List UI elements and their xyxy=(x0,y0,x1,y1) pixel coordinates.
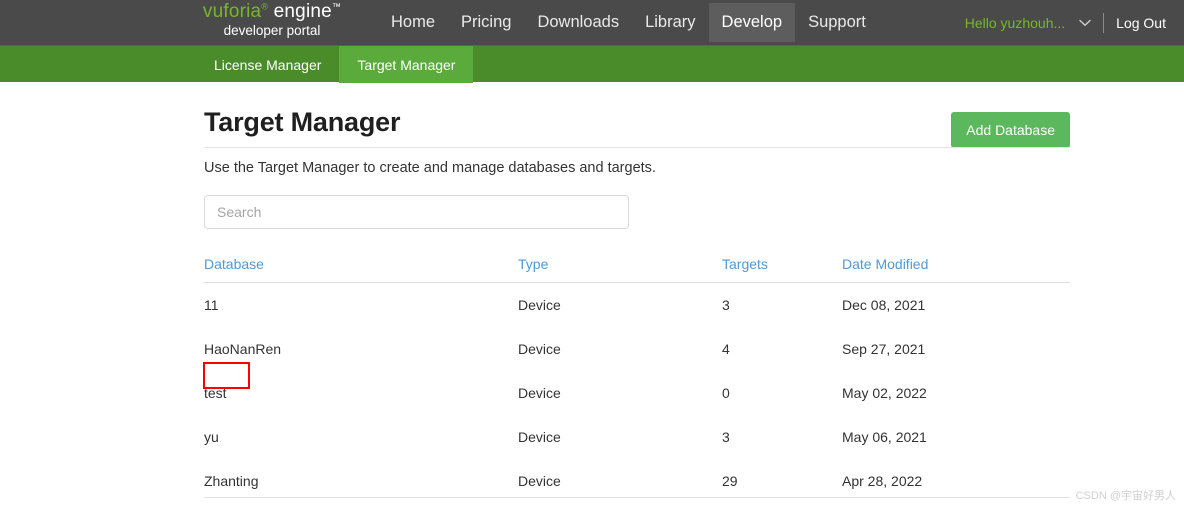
cell-type: Device xyxy=(518,341,561,357)
user-greeting[interactable]: Hello yuzhouh... xyxy=(965,15,1065,31)
nav-item-home[interactable]: Home xyxy=(378,5,448,41)
table-header: Database Type Targets Date Modified xyxy=(204,256,1070,283)
search-input[interactable] xyxy=(204,195,629,229)
cell-type: Device xyxy=(518,429,561,445)
column-header-date-modified[interactable]: Date Modified xyxy=(842,256,1070,283)
cell-database: yu xyxy=(204,415,518,459)
sub-navigation-items: License Manager Target Manager xyxy=(196,46,474,83)
cell-date: Dec 08, 2021 xyxy=(842,297,926,313)
sub-navigation-bar: License Manager Target Manager xyxy=(0,45,1184,83)
logo-registered-icon: ® xyxy=(261,1,269,12)
cell-targets: 3 xyxy=(722,297,730,313)
database-link[interactable]: test xyxy=(204,385,227,401)
cell-targets: 0 xyxy=(722,385,730,401)
table-row[interactable]: HaoNanRen Device 4 Sep 27, 2021 xyxy=(204,327,1070,371)
nav-item-pricing[interactable]: Pricing xyxy=(448,5,524,41)
title-divider xyxy=(204,147,1070,148)
main-navigation: Home Pricing Downloads Library Develop S… xyxy=(378,0,879,45)
chevron-down-icon[interactable] xyxy=(1079,19,1091,27)
column-header-targets[interactable]: Targets xyxy=(722,256,842,283)
cell-database: 11 xyxy=(204,283,518,328)
cell-date: May 06, 2021 xyxy=(842,429,927,445)
main-content: Target Manager Add Database Use the Targ… xyxy=(203,82,1070,489)
table-body: 11 Device 3 Dec 08, 2021 HaoNanRen Devic… xyxy=(203,283,1070,504)
databases-table: Database Type Targets Date Modified 11 D… xyxy=(203,256,1070,504)
page-header-row: Target Manager Add Database xyxy=(204,82,1070,148)
subnav-item-target-manager[interactable]: Target Manager xyxy=(339,46,474,83)
nav-item-downloads[interactable]: Downloads xyxy=(524,5,632,41)
cell-type: Device xyxy=(518,385,561,401)
database-link[interactable]: yu xyxy=(204,429,219,445)
nav-item-support[interactable]: Support xyxy=(795,5,879,41)
logo-engine-text: engine xyxy=(273,1,332,22)
logo-primary-line: vuforia® engine™ xyxy=(197,2,347,21)
vuforia-logo[interactable]: vuforia® engine™ developer portal xyxy=(197,2,347,38)
logo-vuforia-text: vuforia xyxy=(202,1,262,22)
cell-database: HaoNanRen xyxy=(204,327,518,371)
table-row[interactable]: 11 Device 3 Dec 08, 2021 xyxy=(204,283,1070,328)
page-title: Target Manager xyxy=(204,107,401,137)
database-link[interactable]: HaoNanRen xyxy=(204,341,281,357)
top-header-bar: vuforia® engine™ developer portal Home P… xyxy=(0,0,1184,45)
cell-targets: 3 xyxy=(722,429,730,445)
header-divider xyxy=(1103,12,1105,33)
database-link[interactable]: Zhanting xyxy=(204,473,258,489)
user-account-zone: Hello yuzhouh... Log Out xyxy=(965,0,1166,45)
page-description: Use the Target Manager to create and man… xyxy=(204,160,656,176)
cell-targets: 4 xyxy=(722,341,730,357)
table-header-row: Database Type Targets Date Modified xyxy=(204,256,1070,283)
footer-divider xyxy=(204,497,1070,498)
databases-table-container: Database Type Targets Date Modified 11 D… xyxy=(203,256,1070,504)
logo-tagline: developer portal xyxy=(223,23,321,38)
column-header-database[interactable]: Database xyxy=(204,256,518,283)
logo-trademark-icon: ™ xyxy=(331,1,342,12)
column-header-type[interactable]: Type xyxy=(518,256,722,283)
cell-type: Device xyxy=(518,297,561,313)
table-row[interactable]: yu Device 3 May 06, 2021 xyxy=(204,415,1070,459)
table-row[interactable]: test Device 0 May 02, 2022 xyxy=(203,362,1070,415)
nav-item-develop[interactable]: Develop xyxy=(708,2,796,43)
cell-date: Sep 27, 2021 xyxy=(842,341,926,357)
logout-link[interactable]: Log Out xyxy=(1116,15,1166,31)
watermark-text: CSDN @宇宙好男人 xyxy=(1075,490,1176,502)
cell-date: May 02, 2022 xyxy=(842,385,927,401)
nav-item-library[interactable]: Library xyxy=(632,5,708,41)
cell-database: test xyxy=(203,362,518,415)
subnav-item-license-manager[interactable]: License Manager xyxy=(196,46,339,83)
database-link[interactable]: 11 xyxy=(204,297,219,313)
add-database-button[interactable]: Add Database xyxy=(951,112,1070,148)
